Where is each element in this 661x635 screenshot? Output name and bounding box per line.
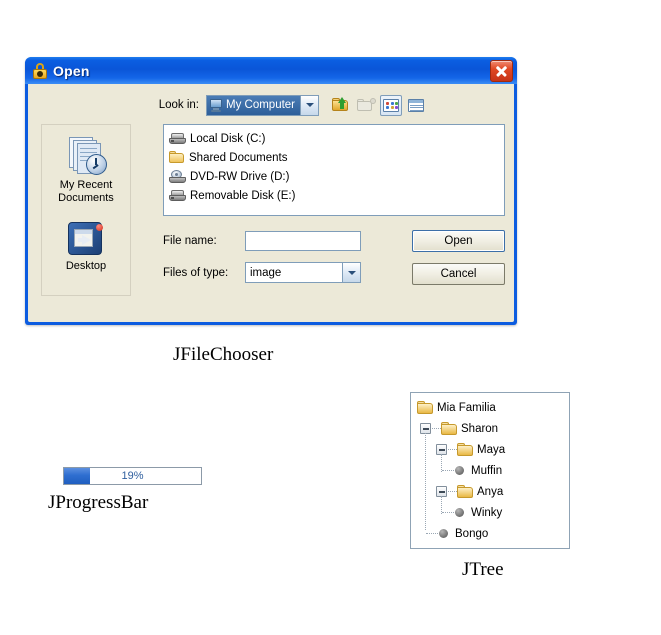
file-list-item[interactable]: Removable Disk (E:) [167, 186, 337, 205]
desktop-icon [67, 221, 105, 257]
tree-panel[interactable]: Mia Familia Sharon Maya Muffin Anya Wink… [410, 392, 570, 549]
list-view-icon [383, 98, 399, 112]
tree-node-row[interactable]: Winky [414, 502, 569, 523]
places-label-line1: My Recent [59, 179, 113, 191]
tree-node-row[interactable]: Sharon [414, 418, 569, 530]
file-chooser-toolbar [330, 94, 427, 116]
tree-node-label: Muffin [471, 464, 503, 477]
file-name-input[interactable] [245, 230, 361, 251]
files-of-type-combobox[interactable]: image [245, 262, 361, 283]
dialog-titlebar[interactable]: Open [25, 57, 517, 84]
file-name-label: File name: [163, 234, 217, 247]
dialog-body: Look in: My Computer My Recent Documents… [28, 84, 514, 322]
look-in-selected-value-wrap[interactable]: My Computer [207, 95, 300, 115]
places-label-line2: Documents [58, 192, 114, 204]
caption-progress-bar: JProgressBar [48, 492, 149, 513]
details-view-icon [408, 98, 424, 112]
tree-node-row[interactable]: Mia Familia [414, 397, 569, 418]
dvd-drive-icon [169, 169, 186, 184]
places-item-label: My Recent Documents [58, 179, 114, 205]
look-in-combobox[interactable]: My Computer [206, 94, 319, 116]
my-computer-icon [209, 98, 223, 112]
tree-node-label: Anya [477, 485, 504, 498]
tree-node-row[interactable]: Muffin [414, 460, 569, 481]
recent-documents-icon [65, 136, 107, 176]
list-view-button[interactable] [380, 94, 402, 116]
cancel-button[interactable]: Cancel [412, 263, 505, 285]
file-list-item-label: Removable Disk (E:) [190, 189, 296, 202]
up-folder-icon [332, 97, 350, 113]
files-of-type-selected-value: image [246, 263, 342, 282]
new-folder-icon [357, 97, 376, 113]
tree-node-label: Winky [471, 506, 503, 519]
chevron-down-icon[interactable] [342, 263, 360, 282]
tree-node-label: Sharon [461, 422, 499, 435]
chevron-down-icon[interactable] [300, 95, 318, 115]
places-item-desktop[interactable]: Desktop [44, 219, 128, 273]
files-of-type-label: Files of type: [163, 266, 229, 279]
progress-bar[interactable]: 19% [63, 467, 202, 485]
places-item-label: Desktop [65, 260, 107, 272]
look-in-label: Look in: [158, 99, 199, 111]
lock-icon [32, 62, 48, 79]
up-one-level-button[interactable] [330, 95, 352, 116]
file-chooser-dialog: Open Look in: My Computer My Recent Docu… [25, 57, 517, 325]
close-icon[interactable] [490, 60, 513, 82]
places-item-my-recent-documents[interactable]: My Recent Documents [44, 134, 128, 205]
open-button[interactable]: Open [412, 230, 505, 252]
file-list-item[interactable]: Local Disk (C:) [167, 129, 337, 148]
leaf-icon [439, 529, 448, 538]
folder-icon [457, 442, 474, 457]
tree-node-row[interactable]: Maya [414, 439, 569, 472]
tree-node-label: Mia Familia [437, 401, 496, 414]
file-list-item[interactable]: Shared Documents [167, 148, 337, 167]
file-list-item[interactable]: DVD-RW Drive (D:) [167, 167, 337, 186]
folder-icon [169, 151, 185, 164]
create-new-folder-button[interactable] [355, 95, 377, 116]
look-in-row: Look in: My Computer [28, 94, 514, 116]
file-list-item-label: DVD-RW Drive (D:) [190, 170, 290, 183]
folder-icon [457, 484, 474, 499]
file-list-item-label: Shared Documents [189, 151, 288, 164]
tree-node-row[interactable]: Anya [414, 481, 569, 514]
file-chooser-form: File name: Files of type: image Open Can… [163, 230, 505, 294]
places-bar: My Recent Documents Desktop [41, 124, 131, 296]
file-list[interactable]: Local Disk (C:) Shared Documents DVD-RW … [163, 124, 505, 216]
folder-icon [417, 400, 434, 415]
file-list-item-label: Local Disk (C:) [190, 132, 266, 145]
progress-bar-label: 19% [121, 470, 144, 482]
tree-node-label: Maya [477, 443, 506, 456]
look-in-selected-value: My Computer [226, 99, 296, 111]
hard-disk-icon [169, 132, 186, 145]
caption-file-chooser: JFileChooser [173, 344, 274, 365]
folder-icon [441, 421, 458, 436]
leaf-icon [455, 466, 464, 475]
leaf-icon [455, 508, 464, 517]
details-view-button[interactable] [405, 95, 427, 116]
dialog-title: Open [53, 62, 90, 79]
caption-jtree: JTree [462, 559, 504, 580]
hard-disk-icon [169, 189, 186, 202]
tree-node-label: Bongo [455, 527, 489, 540]
tree-node-row[interactable]: Bongo [414, 523, 569, 544]
